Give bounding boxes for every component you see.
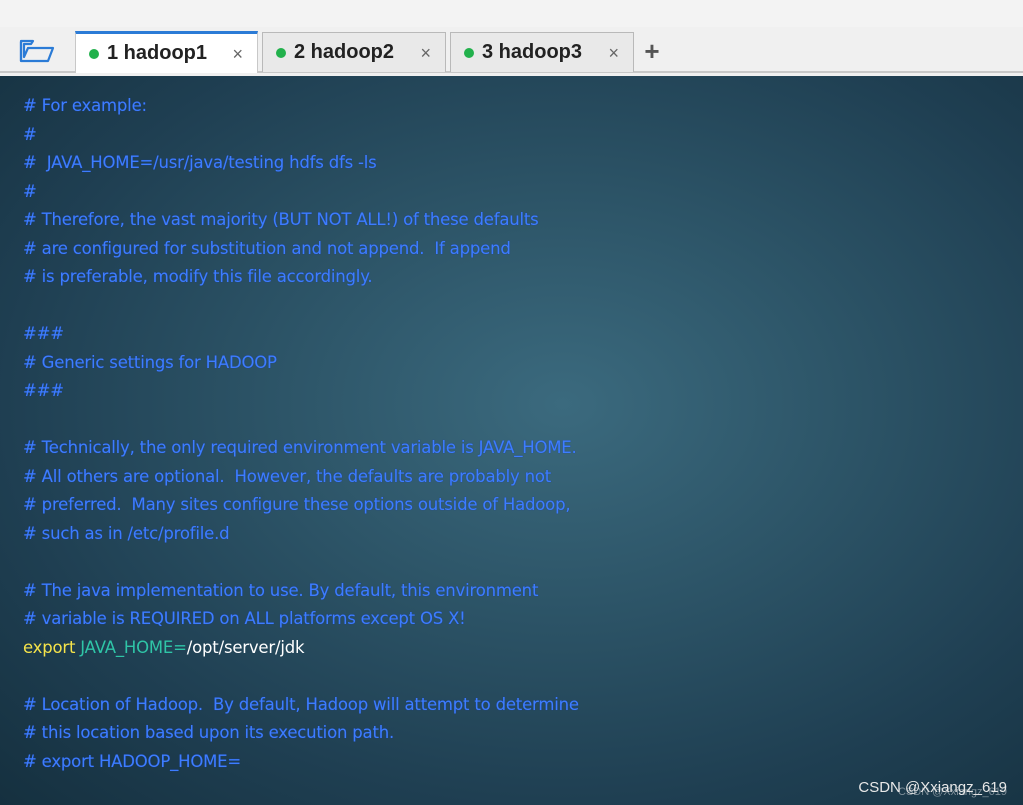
terminal-output: # For example: # # JAVA_HOME=/usr/java/t… [23, 92, 579, 776]
tab-label: 1 hadoop1 [107, 42, 208, 64]
terminal-line: # Location of Hadoop. By default, Hadoop… [23, 694, 579, 714]
tab-label: 2 hadoop2 [294, 41, 395, 63]
folder-open-icon[interactable] [19, 38, 55, 64]
terminal-line: # preferred. Many sites configure these … [23, 495, 571, 514]
export-java-home-line: export JAVA_HOME=/opt/server/jdk [23, 634, 579, 663]
terminal-pane[interactable]: # For example: # # JAVA_HOME=/usr/java/t… [0, 76, 1023, 805]
terminal-line: # Generic settings for HADOOP [23, 352, 277, 372]
close-icon[interactable]: × [420, 44, 431, 62]
tab-bar: 1 hadoop1 × 2 hadoop2 × 3 hadoop3 × + [0, 27, 1023, 73]
terminal-line: # The java implementation to use. By def… [23, 580, 539, 600]
plus-icon[interactable]: + [640, 38, 664, 64]
window-top-strip [0, 0, 1023, 27]
terminal-line: # export HADOOP_HOME= [23, 751, 242, 771]
close-icon[interactable]: × [232, 45, 243, 63]
terminal-line: # All others are optional. However, the … [23, 466, 552, 486]
watermark: CSDN @Xxiangz_619 [858, 779, 1007, 796]
terminal-line: # For example: [23, 96, 147, 115]
terminal-line: # [23, 181, 37, 201]
tab-hadoop2[interactable]: 2 hadoop2 × [262, 32, 446, 72]
connected-status-icon [464, 47, 474, 58]
equals-sign: = [173, 637, 187, 657]
terminal-line: # this location based upon its execution… [23, 723, 395, 742]
terminal-line: # is preferable, modify this file accord… [23, 267, 373, 286]
terminal-line: # are configured for substitution and no… [23, 238, 511, 258]
terminal-line: # Technically, the only required environ… [23, 438, 577, 457]
terminal-line: ### [23, 381, 64, 400]
export-keyword: export [23, 637, 76, 657]
terminal-line: # such as in /etc/profile.d [23, 523, 230, 543]
terminal-line: # JAVA_HOME=/usr/java/testing hdfs dfs -… [23, 153, 377, 172]
connected-status-icon [276, 47, 286, 58]
env-variable-value: /opt/server/jdk [186, 637, 305, 657]
terminal-line: # variable is REQUIRED on ALL platforms … [23, 609, 466, 628]
close-icon[interactable]: × [608, 44, 619, 62]
connected-status-icon [89, 48, 99, 59]
terminal-line: ### [23, 324, 64, 343]
terminal-line: # Therefore, the vast majority (BUT NOT … [23, 210, 539, 229]
terminal-line: # [23, 124, 37, 144]
tab-hadoop3[interactable]: 3 hadoop3 × [450, 32, 634, 72]
tab-label: 3 hadoop3 [482, 41, 583, 63]
env-variable-name: JAVA_HOME [80, 637, 174, 657]
tab-hadoop1[interactable]: 1 hadoop1 × [75, 31, 258, 73]
